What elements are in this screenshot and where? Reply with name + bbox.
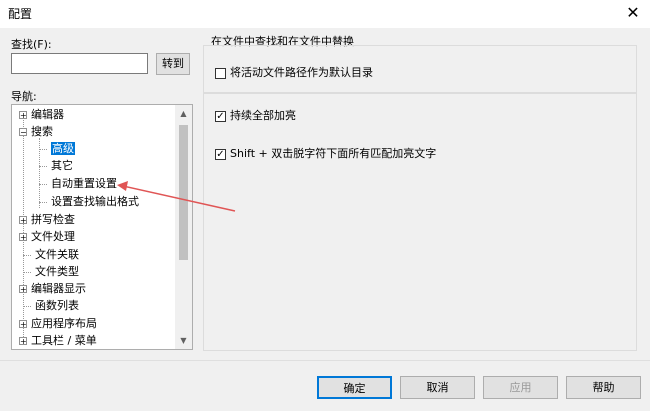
annotation-arrow: [117, 181, 236, 212]
arrow-head-icon: [117, 181, 128, 191]
arrow-line: [122, 185, 236, 212]
config-dialog: 配置 ✕ 查找(F): 转到 导航: + 编辑器 − 搜索 高级 其它 自动重置设置…: [0, 0, 650, 411]
